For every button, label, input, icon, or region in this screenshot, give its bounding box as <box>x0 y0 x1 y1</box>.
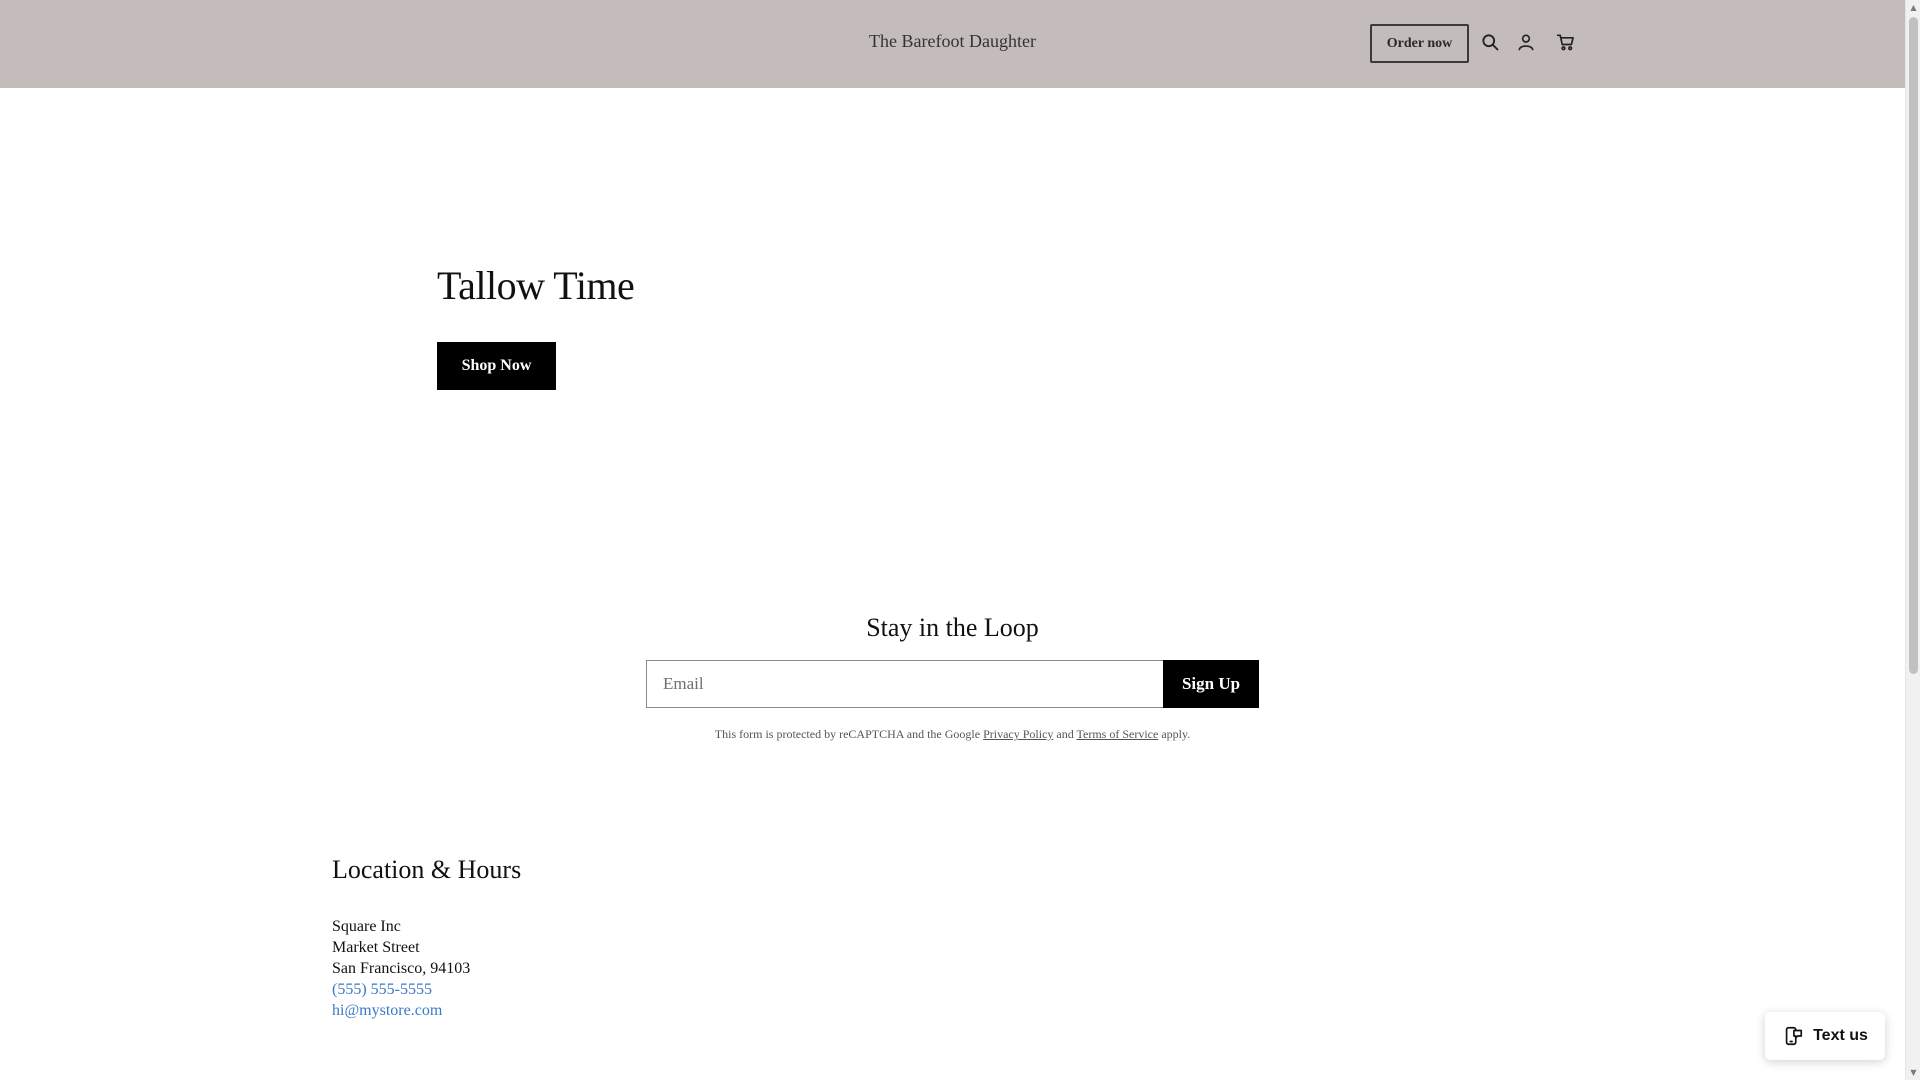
recaptcha-notice: This form is protected by reCAPTCHA and … <box>0 727 1905 742</box>
brand-title[interactable]: The Barefoot Daughter <box>869 31 1036 51</box>
store-name: Square Inc <box>332 918 401 935</box>
privacy-policy-link[interactable]: Privacy Policy <box>983 727 1053 741</box>
hero-title: Tallow Time <box>437 263 635 308</box>
site-header: The Barefoot Daughter Order now <box>0 0 1905 88</box>
shop-now-button[interactable]: Shop Now <box>437 342 556 390</box>
location-title: Location & Hours <box>332 855 522 884</box>
legal-suffix: apply. <box>1158 727 1191 741</box>
chat-phone-icon <box>1785 1026 1803 1046</box>
email-link[interactable]: hi@mystore.com <box>332 1002 442 1019</box>
email-input[interactable] <box>646 660 1164 708</box>
store-city: San Francisco, 94103 <box>332 960 471 977</box>
legal-and: and <box>1053 727 1077 741</box>
brand-container: The Barefoot Daughter <box>0 31 1905 52</box>
page-scrollbar[interactable]: ▲ ▼ <box>1905 0 1920 1080</box>
sign-up-button[interactable]: Sign Up <box>1163 660 1259 708</box>
phone-link[interactable]: (555) 555-5555 <box>332 981 432 998</box>
terms-of-service-link[interactable]: Terms of Service <box>1077 727 1159 741</box>
search-icon[interactable] <box>1478 30 1502 54</box>
cart-icon[interactable] <box>1554 30 1578 54</box>
text-us-button[interactable]: Text us <box>1765 1012 1885 1060</box>
store-street: Market Street <box>332 939 420 956</box>
order-now-button[interactable]: Order now <box>1370 24 1469 63</box>
text-us-label: Text us <box>1813 1027 1868 1044</box>
scroll-up-arrow-icon[interactable]: ▲ <box>1906 0 1920 15</box>
account-icon[interactable] <box>1514 30 1538 54</box>
legal-prefix: This form is protected by reCAPTCHA and … <box>714 727 984 741</box>
scroll-down-arrow-icon[interactable]: ▼ <box>1906 1065 1920 1080</box>
newsletter-title: Stay in the Loop <box>866 613 1039 642</box>
scrollbar-thumb[interactable] <box>1909 17 1918 674</box>
location-details: Square Inc Market Street San Francisco, … <box>332 916 470 1021</box>
